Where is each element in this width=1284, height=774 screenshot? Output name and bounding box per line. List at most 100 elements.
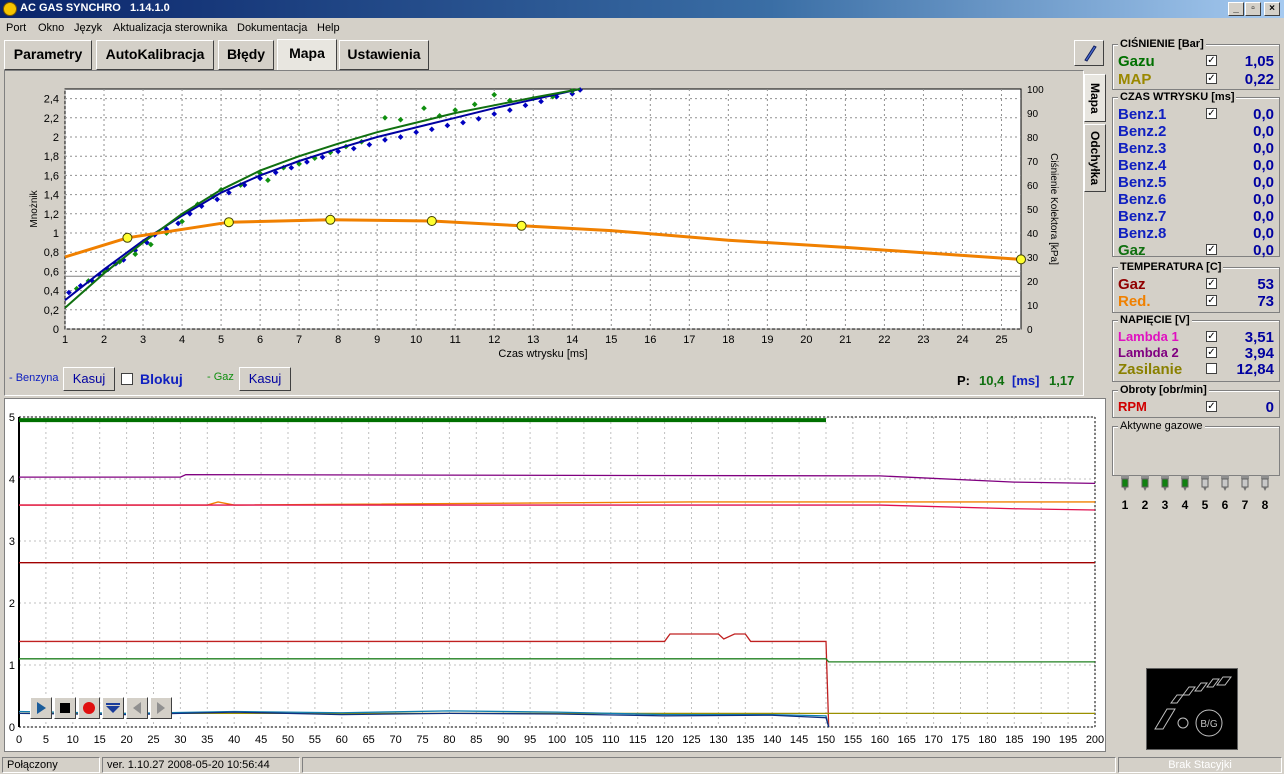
- menu-okno[interactable]: Okno: [38, 22, 64, 34]
- tab-ustawienia[interactable]: Ustawienia: [339, 40, 429, 70]
- value-lambda1: 3,51: [1244, 329, 1274, 346]
- tab-parametry[interactable]: Parametry: [4, 40, 92, 70]
- group-temperatura: TEMPERATURA [C] Gaz ✓ 53 Red. ✓ 73: [1112, 261, 1280, 313]
- label-benz1: Benz.1: [1118, 106, 1167, 123]
- checkbox-lambda2[interactable]: ✓: [1206, 347, 1217, 358]
- y-tick-label: 0,6: [44, 266, 59, 278]
- value-temp-gaz: 53: [1257, 276, 1274, 293]
- tab-autokalibracja[interactable]: AutoKalibracja: [96, 40, 214, 70]
- group-obroty: Obroty [obr/min] RPM ✓ 0: [1112, 384, 1280, 418]
- x-tick-label: 155: [844, 734, 862, 746]
- kasuj-benzyna-button[interactable]: Kasuj: [63, 367, 115, 391]
- record-button[interactable]: [78, 697, 100, 719]
- value-benz6: 0,0: [1253, 191, 1274, 208]
- x-tick-label: 160: [871, 734, 889, 746]
- x-tick-label: 20: [800, 334, 812, 346]
- x-tick-label: 165: [898, 734, 916, 746]
- side-tab-odchylka[interactable]: Odchyłka: [1084, 124, 1106, 192]
- menu-port[interactable]: Port: [6, 22, 26, 34]
- injector-number: 6: [1221, 498, 1229, 512]
- play-button[interactable]: [30, 697, 52, 719]
- maximize-button[interactable]: ▫: [1245, 2, 1261, 16]
- pressure-marker: [516, 220, 527, 231]
- checkbox-rpm[interactable]: ✓: [1206, 401, 1217, 412]
- label-benz3: Benz.3: [1118, 140, 1167, 157]
- pressure-marker: [223, 217, 234, 228]
- x-tick-label: 70: [389, 734, 401, 746]
- tab-mapa[interactable]: Mapa: [277, 39, 337, 71]
- p-value: 10,4: [979, 373, 1005, 388]
- status-version: ver. 1.10.27 2008-05-20 10:56:44: [102, 757, 300, 773]
- gaz-legend: - Gaz: [207, 371, 234, 383]
- y2-tick-label: 0: [1027, 325, 1033, 336]
- menu-help[interactable]: Help: [317, 22, 340, 34]
- checkbox-map[interactable]: ✓: [1206, 73, 1217, 84]
- pencil-button[interactable]: [1074, 40, 1104, 66]
- group-title-napiecie: NAPIĘCIE [V]: [1118, 314, 1192, 326]
- y2-tick-label: 80: [1027, 133, 1039, 144]
- close-button[interactable]: ×: [1264, 2, 1280, 16]
- bg-switch[interactable]: B/G: [1146, 668, 1238, 750]
- x-tick-label: 14: [566, 334, 578, 346]
- kasuj-gaz-button[interactable]: Kasuj: [239, 367, 291, 391]
- menu-dokumentacja[interactable]: Dokumentacja: [237, 22, 307, 34]
- value-gaz-inj: 0,0: [1253, 242, 1274, 259]
- label-rpm: RPM: [1118, 399, 1147, 414]
- x-tick-label: 25: [147, 734, 159, 746]
- y-tick-label: 0,4: [44, 286, 59, 298]
- checkbox-temp-gaz[interactable]: ✓: [1206, 278, 1217, 289]
- pressure-marker: [325, 214, 336, 225]
- side-tab-mapa[interactable]: Mapa: [1084, 74, 1106, 122]
- label-lambda2: Lambda 2: [1118, 345, 1179, 360]
- p-factor: 1,17: [1049, 373, 1075, 388]
- tab-bledy[interactable]: Błędy: [218, 40, 274, 70]
- checkbox-zasilanie[interactable]: [1206, 363, 1217, 374]
- y-tick-label: 1: [53, 228, 59, 240]
- label-temp-gaz: Gaz: [1118, 276, 1146, 293]
- menu-jezyk[interactable]: Język: [74, 22, 102, 34]
- y2-tick-label: 50: [1027, 205, 1039, 216]
- stop-button[interactable]: [54, 697, 76, 719]
- scroll-left-button[interactable]: [126, 697, 148, 719]
- row-benz7: Benz.7 0,0: [1118, 208, 1274, 225]
- pencil-icon: [1084, 45, 1097, 62]
- record-icon: [83, 702, 95, 714]
- checkbox-lambda1[interactable]: ✓: [1206, 331, 1217, 342]
- x-tick-label: 150: [817, 734, 835, 746]
- y2-tick-label: 90: [1027, 109, 1039, 120]
- y2-tick-label: 20: [1027, 277, 1039, 288]
- checkbox-gazu[interactable]: ✓: [1206, 55, 1217, 66]
- app-icon: [3, 2, 17, 16]
- minimize-button[interactable]: _: [1228, 2, 1244, 16]
- menu-aktualizacja[interactable]: Aktualizacja sterownika: [113, 22, 227, 34]
- blokuj-checkbox[interactable]: [121, 373, 133, 385]
- label-benz4: Benz.4: [1118, 157, 1167, 174]
- label-gazu: Gazu: [1118, 53, 1155, 70]
- group-title-czas: CZAS WTRYSKU [ms]: [1118, 91, 1237, 103]
- x-tick-label: 85: [470, 734, 482, 746]
- x-tick-label: 50: [282, 734, 294, 746]
- checkbox-temp-red[interactable]: ✓: [1206, 295, 1217, 306]
- injector-2: 2: [1137, 474, 1153, 512]
- injector-5: 5: [1197, 474, 1213, 512]
- x-tick-label: 40: [228, 734, 240, 746]
- map-chart: 1 2 3 4 5 6 7 8 9 10 11 12 13 14 15 16 17 18 19 20 21 22 23 24 2…: [29, 85, 1059, 360]
- blokuj-label: Blokuj: [140, 371, 183, 387]
- x-tick-label: 120: [655, 734, 673, 746]
- y-tick-label: 0: [9, 722, 15, 734]
- map-plot-area: [64, 88, 1022, 330]
- bg-switch-icon: B/G: [1154, 676, 1232, 737]
- row-zasilanie: Zasilanie 12,84: [1118, 361, 1274, 378]
- x-tick-label: 90: [497, 734, 509, 746]
- download-button[interactable]: [102, 697, 124, 719]
- label-lambda1: Lambda 1: [1118, 329, 1179, 344]
- y-tick-label: 5: [9, 412, 15, 424]
- injector-4: 4: [1177, 474, 1193, 512]
- checkbox-benz1[interactable]: ✓: [1206, 108, 1217, 119]
- x-tick-label: 12: [488, 334, 500, 346]
- arrow-right-icon: [157, 702, 165, 714]
- x-tick-label: 115: [629, 734, 647, 746]
- y2-tick-label: 10: [1027, 301, 1039, 312]
- checkbox-gaz-inj[interactable]: ✓: [1206, 244, 1217, 255]
- scroll-right-button[interactable]: [150, 697, 172, 719]
